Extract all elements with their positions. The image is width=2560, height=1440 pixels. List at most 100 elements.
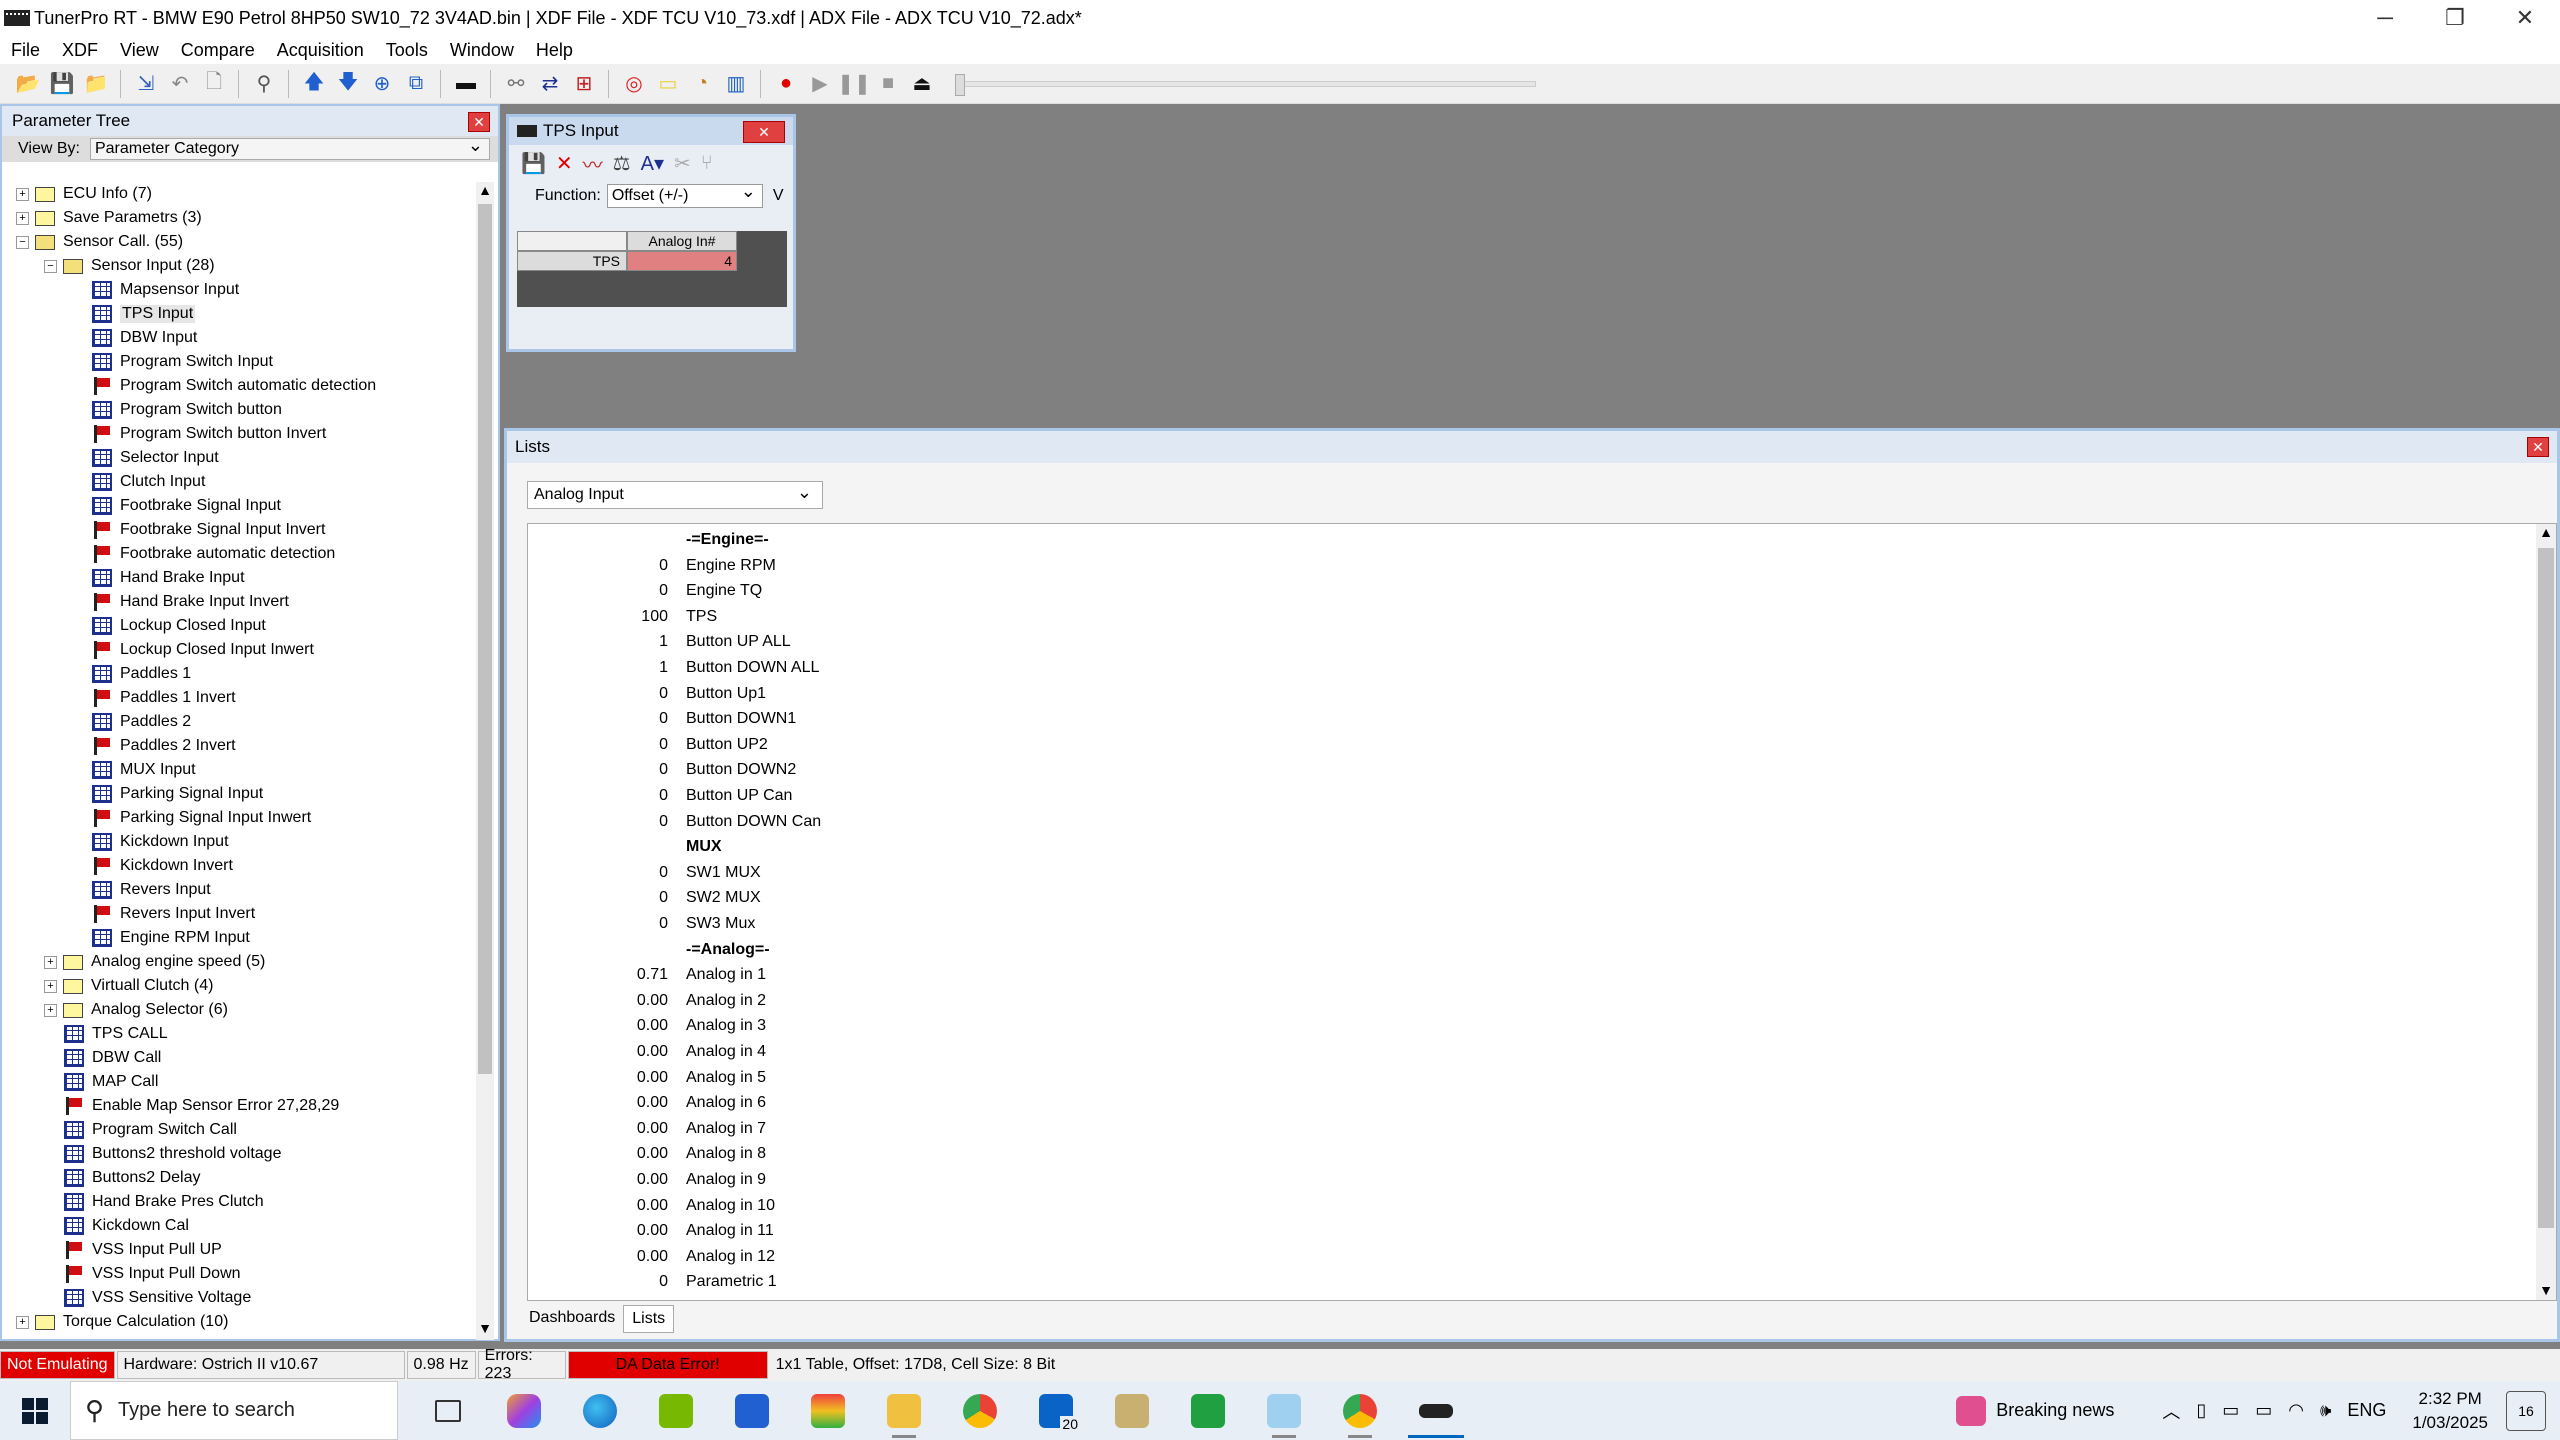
- taskbar-search[interactable]: ⚲ Type here to search: [70, 1381, 398, 1440]
- tree-item[interactable]: Enable Map Sensor Error 27,28,29: [16, 1094, 476, 1118]
- chrome-icon[interactable]: [942, 1381, 1018, 1440]
- minimize-button[interactable]: ─: [2350, 0, 2420, 36]
- list-item[interactable]: 0 Button Up1: [528, 682, 766, 706]
- tree-item[interactable]: − Sensor Call. (55): [16, 230, 476, 254]
- task-view-icon[interactable]: [410, 1381, 486, 1440]
- tree-item[interactable]: Footbrake automatic detection: [16, 542, 476, 566]
- news-widget[interactable]: Breaking news: [1956, 1395, 2114, 1426]
- tree-item[interactable]: + Save Parametrs (3): [16, 206, 476, 230]
- tree-item[interactable]: DBW Input: [16, 326, 476, 350]
- list-item[interactable]: 0.00 Analog in 11: [528, 1219, 774, 1243]
- list-item[interactable]: 0 SW1 MUX: [528, 861, 761, 885]
- volume-icon[interactable]: 🕪: [2320, 1400, 2331, 1421]
- store-icon[interactable]: [714, 1381, 790, 1440]
- scroll-up-icon[interactable]: ▲: [476, 182, 494, 202]
- tree-item[interactable]: Kickdown Cal: [16, 1214, 476, 1238]
- list-item[interactable]: 0.71 Analog in 1: [528, 963, 766, 987]
- open-folder-icon[interactable]: 📂: [14, 70, 42, 98]
- list-item[interactable]: 0.00 Analog in 2: [528, 989, 766, 1013]
- list-item[interactable]: 0 Parametric 2: [528, 1296, 777, 1300]
- view-by-select[interactable]: Parameter Category: [89, 135, 490, 160]
- copy-icon[interactable]: ⧉: [402, 70, 430, 98]
- tree-item[interactable]: Selector Input: [16, 446, 476, 470]
- list-item[interactable]: 0 Parametric 1: [528, 1270, 777, 1294]
- scroll-down-icon[interactable]: ▼: [2536, 1282, 2556, 1300]
- device-icon[interactable]: ▯: [2196, 1400, 2206, 1421]
- list-item[interactable]: MUX: [528, 835, 722, 859]
- scroll-thumb[interactable]: [478, 204, 492, 1074]
- menu-acquisition[interactable]: Acquisition: [266, 40, 375, 61]
- paint-icon[interactable]: [1246, 1381, 1322, 1440]
- tunerpro-icon[interactable]: [1398, 1381, 1474, 1440]
- tree-item[interactable]: TPS Input: [16, 302, 476, 326]
- arrow-up-icon[interactable]: 🡅: [300, 70, 328, 98]
- tree-item[interactable]: Buttons2 Delay: [16, 1166, 476, 1190]
- tree-item[interactable]: Paddles 2: [16, 710, 476, 734]
- list-type-select[interactable]: Analog Input: [527, 481, 823, 509]
- list-item[interactable]: 0.00 Analog in 4: [528, 1040, 766, 1064]
- tree-item[interactable]: Program Switch Call: [16, 1118, 476, 1142]
- wifi-icon[interactable]: ◠: [2288, 1400, 2304, 1421]
- undo-icon[interactable]: ↶: [166, 70, 194, 98]
- list-item[interactable]: 0 SW2 MUX: [528, 886, 761, 910]
- menu-tools[interactable]: Tools: [375, 40, 439, 61]
- list-item[interactable]: 1 Button DOWN ALL: [528, 656, 819, 680]
- collapse-icon[interactable]: −: [44, 259, 57, 273]
- file-explorer-icon[interactable]: [866, 1381, 942, 1440]
- tree-item[interactable]: Kickdown Invert: [16, 854, 476, 878]
- tree-item[interactable]: DBW Call: [16, 1046, 476, 1070]
- record-target-icon[interactable]: ◎: [620, 70, 648, 98]
- list-item[interactable]: 0.00 Analog in 6: [528, 1091, 766, 1115]
- close-window-button[interactable]: ✕: [2490, 0, 2560, 36]
- menu-window[interactable]: Window: [439, 40, 525, 61]
- hex-app-icon[interactable]: [1094, 1381, 1170, 1440]
- list-item[interactable]: 0 Button DOWN Can: [528, 810, 821, 834]
- tree-item[interactable]: TPS CALL: [16, 1022, 476, 1046]
- list-item[interactable]: 0.00 Analog in 7: [528, 1117, 766, 1141]
- menu-help[interactable]: Help: [525, 40, 584, 61]
- list-item[interactable]: 0 SW3 Mux: [528, 912, 755, 936]
- tree-item[interactable]: − Sensor Input (28): [16, 254, 476, 278]
- chip-icon[interactable]: ▬: [452, 70, 480, 98]
- nvidia-icon[interactable]: [638, 1381, 714, 1440]
- chevron-up-icon[interactable]: ︿: [2162, 1398, 2180, 1424]
- find-icon[interactable]: ⚲: [250, 70, 278, 98]
- chrome-profile-icon[interactable]: [1322, 1381, 1398, 1440]
- expand-icon[interactable]: +: [44, 1003, 57, 1017]
- list-item[interactable]: 0.00 Analog in 8: [528, 1142, 766, 1166]
- list-item[interactable]: 0.00 Analog in 10: [528, 1194, 775, 1218]
- tree-scrollbar[interactable]: ▲ ▼: [476, 182, 494, 1340]
- tree-item[interactable]: Footbrake Signal Input: [16, 494, 476, 518]
- clock[interactable]: 2:32 PM 1/03/2025: [2412, 1387, 2488, 1435]
- tree-item[interactable]: MUX Input: [16, 758, 476, 782]
- green-app-icon[interactable]: [1170, 1381, 1246, 1440]
- tree-item[interactable]: + Analog engine speed (5): [16, 950, 476, 974]
- tab-lists[interactable]: Lists: [623, 1305, 675, 1333]
- tree-item[interactable]: Engine RPM Input: [16, 926, 476, 950]
- expand-icon[interactable]: +: [16, 211, 29, 225]
- link-icon[interactable]: ⚯: [502, 70, 530, 98]
- table-cell[interactable]: 4: [627, 251, 737, 271]
- tree-item[interactable]: Parking Signal Input: [16, 782, 476, 806]
- delete-icon[interactable]: ✕: [556, 151, 573, 176]
- outlook-icon[interactable]: 20: [1018, 1381, 1094, 1440]
- tree-item[interactable]: Mapsensor Input: [16, 278, 476, 302]
- tree-item[interactable]: Program Switch Input: [16, 350, 476, 374]
- menu-xdf[interactable]: XDF: [51, 40, 109, 61]
- filter-icon[interactable]: ⑂: [701, 152, 713, 175]
- list-item[interactable]: 1 Button UP ALL: [528, 630, 791, 654]
- function-select[interactable]: Offset (+/-): [606, 181, 763, 208]
- expand-icon[interactable]: +: [16, 1315, 29, 1329]
- tree-item[interactable]: Revers Input: [16, 878, 476, 902]
- menu-file[interactable]: File: [0, 40, 51, 61]
- stop-icon[interactable]: ■: [874, 70, 902, 98]
- tree-item[interactable]: + ECU Info (7): [16, 182, 476, 206]
- save-icon[interactable]: 💾: [521, 151, 546, 176]
- list-item[interactable]: 0.00 Analog in 12: [528, 1245, 775, 1269]
- download-icon[interactable]: ⊕: [368, 70, 396, 98]
- import-icon[interactable]: ⇲: [132, 70, 160, 98]
- expand-icon[interactable]: +: [44, 955, 57, 969]
- gauge-icon[interactable]: ◔: [688, 70, 716, 98]
- close-lists-button[interactable]: ✕: [2527, 437, 2549, 457]
- tree-item[interactable]: VSS Sensitive Voltage: [16, 1286, 476, 1310]
